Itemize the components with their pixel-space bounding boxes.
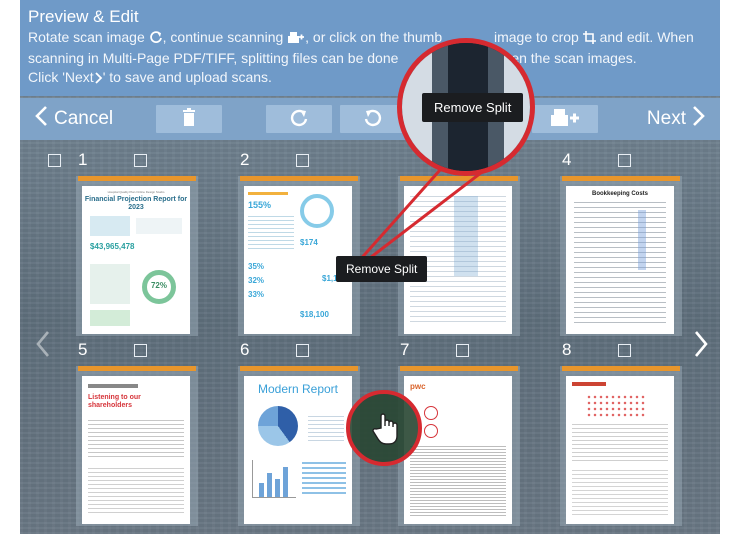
hand-pointer-icon [372,412,400,451]
remove-split-tooltip[interactable]: Remove Split [336,256,428,282]
preview-edit-window: Preview & Edit Rotate scan image , conti… [20,0,720,534]
zoom-remove-split-tooltip: Remove Split [422,93,524,122]
zoom-magnifier: Remove Split [397,38,535,176]
cursor-highlight [346,390,422,466]
